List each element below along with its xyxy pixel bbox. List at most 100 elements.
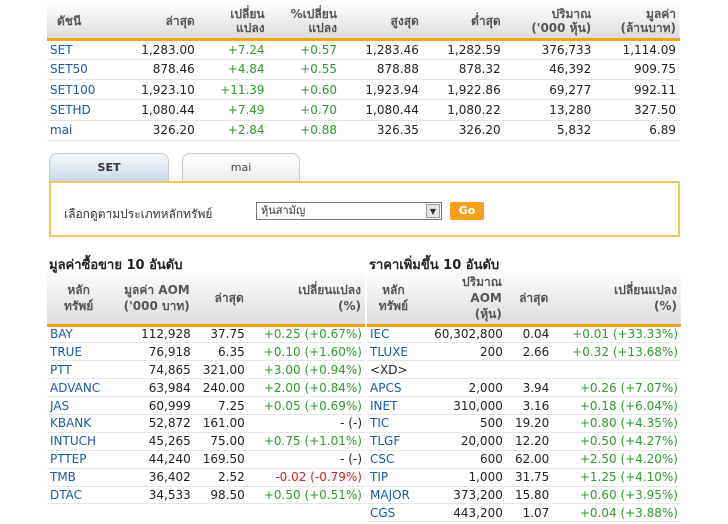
- last-price: 1.07: [505, 503, 553, 523]
- table-row: INET 310,000 3.16 +0.18 (+6.04%): [367, 396, 681, 415]
- top-value-header-col-3: เปลี่ยนแปลง (%): [247, 273, 365, 327]
- price-change: +2.50 (+4.20%): [552, 450, 681, 469]
- symbol-flag: <XD>: [367, 360, 420, 380]
- table-row: INTUCH 45,265 75.00 +0.75 (+1.01%): [47, 432, 365, 451]
- table-row: TIP 1,000 31.75 +1.25 (+4.10%): [367, 468, 681, 487]
- symbol-link[interactable]: PTTEP: [47, 450, 111, 469]
- symbol-link[interactable]: TIC: [367, 414, 420, 433]
- index-pct-change: +0.88: [268, 120, 341, 141]
- index-name-link[interactable]: SET50: [47, 59, 117, 81]
- security-type-select[interactable]: หุ้นสามัญ ▼: [256, 202, 442, 220]
- index-header-col-3: %เปลี่ยน แปลง: [268, 5, 341, 41]
- price-change: -0.02 (-0.79%): [247, 468, 365, 487]
- table-row: JAS 60,999 7.25 +0.05 (+0.69%): [47, 396, 365, 415]
- go-button[interactable]: Go: [450, 202, 484, 220]
- symbol-link[interactable]: TIP: [367, 468, 420, 487]
- index-change: +2.84: [198, 120, 269, 141]
- table-row: DTAC 34,533 98.50 +0.50 (+0.51%): [47, 486, 365, 505]
- index-name-link[interactable]: mai: [47, 120, 117, 141]
- aom-value: 112,928: [110, 325, 194, 344]
- security-type-filter: เลือกดูตามประเภทหลักทรัพย์ หุ้นสามัญ ▼ G…: [49, 181, 680, 237]
- symbol-link[interactable]: TRUE: [47, 342, 111, 362]
- top-gainers-header-col-1: ปริมาณ AOM (หุ้น): [419, 273, 506, 327]
- index-value: 992.11: [595, 79, 680, 101]
- price-change: - (-): [247, 450, 365, 469]
- top-gainers-title: ราคาเพิ่มขึ้น 10 อันดับ: [369, 258, 500, 273]
- index-header-col-6: ปริมาณ ('000 หุ้น): [504, 5, 596, 41]
- last-price: 19.20: [505, 414, 553, 433]
- index-low: 1,080.22: [422, 99, 505, 121]
- top-value-header-col-1: มูลค่า AOM ('000 บาท): [110, 273, 194, 327]
- top-value-header-col-2: ล่าสุด: [193, 273, 248, 327]
- symbol-link[interactable]: MAJOR: [367, 486, 420, 505]
- index-low: 326.20: [422, 120, 505, 141]
- table-row: ADVANC 63,984 240.00 +2.00 (+0.84%): [47, 378, 365, 398]
- symbol-link[interactable]: TMB: [47, 468, 111, 487]
- index-high: 1,080.44: [340, 99, 423, 121]
- symbol-link[interactable]: TLGF: [367, 432, 420, 451]
- chevron-down-icon[interactable]: ▼: [426, 204, 440, 218]
- last-price: 62.00: [505, 450, 553, 469]
- index-value: 1,114.09: [595, 39, 680, 60]
- price-change: +0.60 (+3.95%): [552, 486, 681, 505]
- tab-mai[interactable]: mai: [182, 153, 300, 181]
- symbol-link[interactable]: KBANK: [47, 414, 111, 433]
- price-change: +1.25 (+4.10%): [552, 468, 681, 487]
- last-price: 0.04: [505, 325, 553, 344]
- table-row: KBANK 52,872 161.00- (-): [47, 414, 365, 433]
- price-change: +0.25 (+0.67%): [247, 325, 365, 344]
- index-last: 1,080.44: [116, 99, 199, 121]
- index-volume: 376,733: [504, 39, 596, 60]
- symbol-link[interactable]: CSC: [367, 450, 420, 469]
- top-gainers-header-col-2: ล่าสุด: [505, 273, 553, 327]
- index-high: 326.35: [340, 120, 423, 141]
- symbol-link[interactable]: CGS: [367, 503, 420, 523]
- index-change: +4.84: [198, 59, 269, 81]
- tab-set[interactable]: SET: [49, 153, 169, 181]
- last-price: 321.00: [193, 360, 248, 380]
- symbol-link[interactable]: PTT: [47, 360, 111, 380]
- table-row: TLUXE 200 2.66 +0.32 (+13.68%): [367, 342, 681, 362]
- last-price: [505, 360, 553, 380]
- symbol-link[interactable]: APCS: [367, 378, 420, 398]
- index-name-link[interactable]: SET: [47, 39, 117, 60]
- table-row: <XD>: [367, 360, 681, 380]
- aom-value: 34,533: [110, 486, 194, 505]
- last-price: 3.94: [505, 378, 553, 398]
- aom-volume: 60,302,800: [419, 325, 506, 344]
- aom-volume: 1,000: [419, 468, 506, 487]
- symbol-link[interactable]: BAY: [47, 325, 111, 344]
- index-header-col-0: ดัชนี: [47, 5, 117, 41]
- symbol-link[interactable]: IEC: [367, 325, 420, 344]
- price-change: +0.80 (+4.35%): [552, 414, 681, 433]
- symbol-link[interactable]: TLUXE: [367, 342, 420, 362]
- symbol-link[interactable]: JAS: [47, 396, 111, 415]
- index-pct-change: +0.57: [268, 39, 341, 60]
- last-price: 98.50: [193, 486, 248, 505]
- last-price: 15.80: [505, 486, 553, 505]
- index-header-col-7: มูลค่า (ล้านบาท): [595, 5, 680, 41]
- table-row: MAJOR 373,200 15.80 +0.60 (+3.95%): [367, 486, 681, 505]
- index-value: 909.75: [595, 59, 680, 81]
- table-row: IEC 60,302,800 0.04 +0.01 (+33.33%): [367, 325, 681, 344]
- index-name-link[interactable]: SETHD: [47, 99, 117, 121]
- aom-volume: 373,200: [419, 486, 506, 505]
- table-row: TMB 36,402 2.52 -0.02 (-0.79%): [47, 468, 365, 487]
- select-value: หุ้นสามัญ: [261, 204, 306, 217]
- price-change: +0.18 (+6.04%): [552, 396, 681, 415]
- last-price: 161.00: [193, 414, 248, 433]
- price-change: +0.32 (+13.68%): [552, 342, 681, 362]
- symbol-link[interactable]: INTUCH: [47, 432, 111, 451]
- last-price: 75.00: [193, 432, 248, 451]
- symbol-link[interactable]: INET: [367, 396, 420, 415]
- price-change: +0.04 (+3.88%): [552, 503, 681, 523]
- top-gainers-table: หลัก ทรัพย์ ปริมาณ AOM (หุ้น) ล่าสุด เปลี่ยนแป…: [367, 273, 681, 523]
- symbol-link[interactable]: ADVANC: [47, 378, 111, 398]
- index-name-link[interactable]: SET100: [47, 79, 117, 101]
- index-header-col-1: ล่าสุด: [116, 5, 199, 41]
- index-row: mai 326.20 +2.84 +0.88 326.35 326.20 5,832 6.89: [47, 120, 680, 141]
- aom-value: 63,984: [110, 378, 194, 398]
- index-pct-change: +0.55: [268, 59, 341, 81]
- price-change: +0.50 (+4.27%): [552, 432, 681, 451]
- symbol-link[interactable]: DTAC: [47, 486, 111, 505]
